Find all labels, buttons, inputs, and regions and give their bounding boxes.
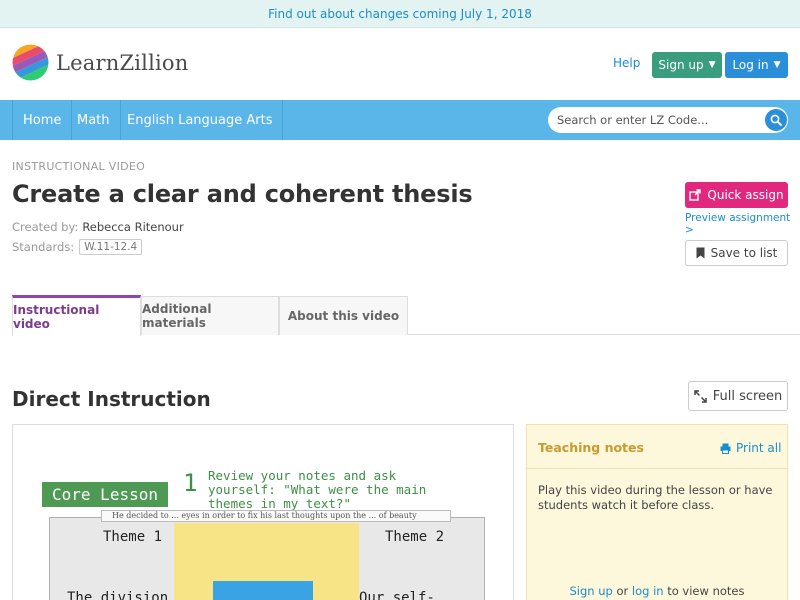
nav-item-label: Math bbox=[77, 112, 110, 128]
print-all-label: Print all bbox=[736, 441, 782, 455]
share-icon bbox=[689, 189, 702, 201]
expand-icon bbox=[693, 389, 707, 403]
step-text: Review your notes and ask yourself: "Wha… bbox=[208, 468, 427, 511]
teaching-notes-body: Play this video during the lesson or hav… bbox=[538, 483, 773, 512]
quick-assign-label: Quick assign bbox=[707, 188, 784, 202]
nav-item-label: Home bbox=[23, 112, 62, 128]
tab-about-this-video[interactable]: About this video bbox=[279, 296, 408, 335]
teaching-notes-title: Teaching notes bbox=[538, 440, 644, 455]
full-screen-label: Full screen bbox=[712, 388, 783, 404]
bookmark-icon bbox=[696, 247, 705, 259]
signup-label: Sign up bbox=[658, 58, 704, 72]
nav-item-math[interactable]: Math bbox=[67, 100, 121, 140]
logo[interactable]: LearnZillion bbox=[12, 44, 188, 81]
notes-login-prompt: Sign up or log in to view notes bbox=[527, 584, 787, 598]
search-box bbox=[548, 107, 788, 133]
quick-assign-button[interactable]: Quick assign bbox=[685, 182, 788, 208]
notes-login-link[interactable]: log in bbox=[632, 584, 664, 598]
notes-or-text: or bbox=[616, 584, 629, 598]
search-icon bbox=[770, 114, 782, 126]
step-number: 1 bbox=[183, 469, 198, 497]
nav-item-home[interactable]: Home bbox=[12, 100, 73, 140]
tab-label: Additional materials bbox=[142, 302, 212, 330]
text-excerpt: He decided to ... eyes in order to fix h… bbox=[101, 510, 451, 522]
preview-assignment-link[interactable]: Preview assignment > bbox=[685, 212, 800, 236]
standards-label: Standards: bbox=[12, 240, 75, 254]
announcement-banner[interactable]: Find out about changes coming July 1, 20… bbox=[0, 0, 800, 28]
handwriting-2: Our self- bbox=[359, 590, 435, 600]
notes-suffix-text: to view notes bbox=[667, 584, 745, 598]
nav-item-english-language-arts[interactable]: English Language Arts bbox=[117, 100, 284, 140]
content-type-label: INSTRUCTIONAL VIDEO bbox=[12, 160, 146, 173]
handwriting-1: The division bbox=[67, 590, 169, 600]
theme-2-label: Theme 2 bbox=[385, 529, 445, 545]
created-by: Created by: Rebecca Ritenour bbox=[12, 220, 184, 234]
save-to-list-button[interactable]: Save to list bbox=[685, 240, 788, 266]
site-header: LearnZillion Help Sign up ▼ Log in ▼ bbox=[0, 28, 800, 100]
standard-badge[interactable]: W.11-12.4 bbox=[79, 239, 143, 255]
signup-button[interactable]: Sign up ▼ bbox=[652, 52, 722, 78]
tab-additional-materials[interactable]: Additional materials bbox=[141, 296, 279, 335]
full-screen-button[interactable]: Full screen bbox=[688, 381, 788, 411]
notes-signup-link[interactable]: Sign up bbox=[570, 584, 613, 598]
tab-label: About this video bbox=[287, 309, 400, 323]
core-lesson-label: Core Lesson bbox=[42, 482, 168, 507]
printer-icon bbox=[720, 443, 731, 454]
tab-label: Instructional video bbox=[13, 303, 100, 331]
standards: Standards: W.11-12.4 bbox=[12, 239, 143, 255]
chevron-down-icon: ▼ bbox=[773, 60, 781, 70]
logo-mark-icon bbox=[12, 44, 49, 81]
author-name: Rebecca Ritenour bbox=[82, 220, 184, 234]
login-button[interactable]: Log in ▼ bbox=[725, 52, 788, 78]
search-button[interactable] bbox=[765, 109, 787, 131]
banner-link[interactable]: Find out about changes coming July 1, 20… bbox=[268, 7, 532, 21]
content-tabs: Instructional video Additional materials… bbox=[12, 295, 800, 336]
save-to-list-label: Save to list bbox=[710, 246, 778, 260]
teaching-notes-panel: Teaching notes Print all Play this video… bbox=[526, 424, 788, 600]
theme-1-label: Theme 1 bbox=[103, 529, 163, 545]
logo-text: LearnZillion bbox=[56, 50, 189, 75]
play-button[interactable] bbox=[213, 581, 313, 600]
chevron-down-icon: ▼ bbox=[708, 60, 716, 70]
page: Find out about changes coming July 1, 20… bbox=[0, 0, 800, 600]
created-by-label: Created by: bbox=[12, 220, 79, 234]
print-all-link[interactable]: Print all bbox=[720, 441, 781, 455]
nav-item-label: English Language Arts bbox=[127, 112, 273, 128]
page-title: Create a clear and coherent thesis bbox=[12, 180, 473, 208]
video-player[interactable]: Core Lesson 1 Review your notes and ask … bbox=[12, 424, 514, 600]
teaching-notes-header: Teaching notes Print all bbox=[527, 425, 787, 469]
search-input[interactable] bbox=[557, 110, 757, 130]
tab-instructional-video[interactable]: Instructional video bbox=[12, 295, 141, 336]
help-link[interactable]: Help bbox=[613, 56, 640, 70]
section-title: Direct Instruction bbox=[12, 387, 211, 411]
main-nav: Home Math English Language Arts bbox=[0, 100, 800, 140]
login-label: Log in bbox=[732, 58, 769, 72]
